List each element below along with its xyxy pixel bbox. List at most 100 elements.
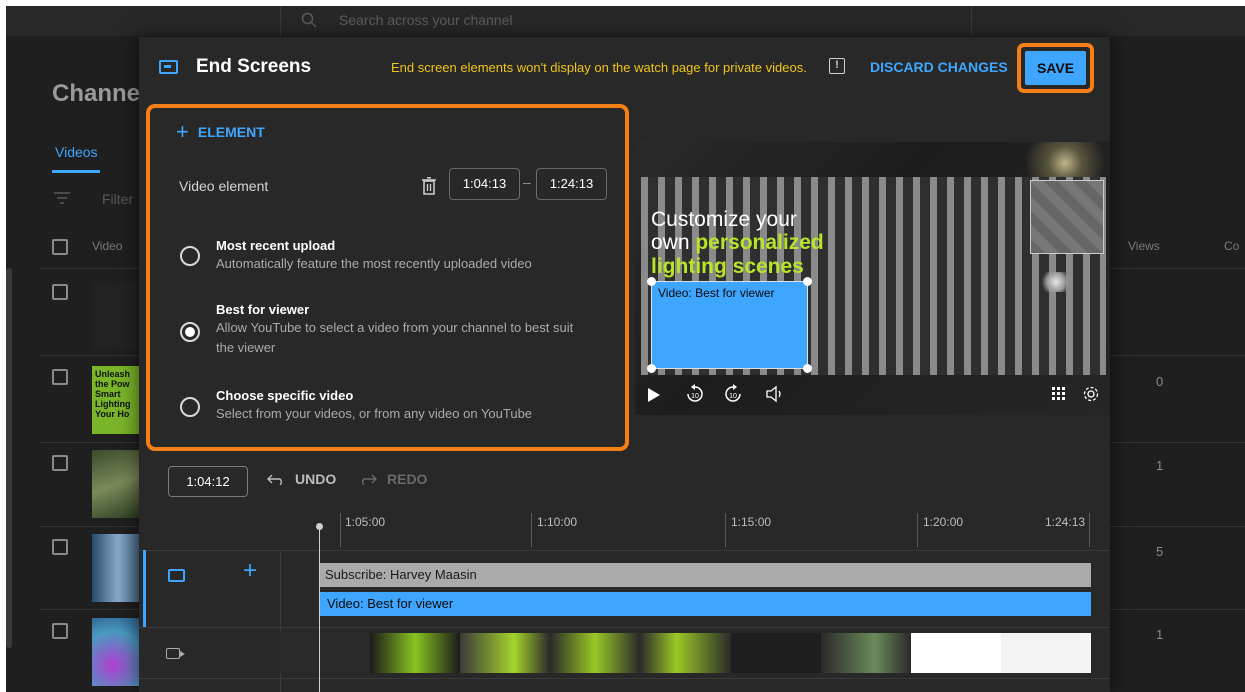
selected-track-indicator: [143, 550, 146, 627]
current-time-input[interactable]: 1:04:12: [168, 466, 248, 497]
redo-icon: [362, 474, 377, 485]
volume-icon[interactable]: [765, 384, 785, 404]
timeline-divider: [139, 627, 1110, 628]
thumbnail-text: Unleash the Pow Smart Lighting Your Ho: [95, 369, 131, 419]
video-thumbnail[interactable]: [92, 534, 144, 602]
end-screen-icon: [159, 60, 178, 74]
ruler-label: 1:24:13: [1045, 515, 1086, 529]
trash-icon[interactable]: [422, 177, 436, 195]
timeline-divider: [139, 678, 1110, 679]
video-text-part: own: [651, 231, 696, 254]
row-views: 1: [1156, 458, 1164, 473]
add-track-element-button[interactable]: +: [243, 559, 257, 583]
element-panel: + ELEMENT Video element 1:04:13 – 1:24:13…: [146, 104, 629, 451]
filmstrip-frame: [550, 633, 641, 673]
forward-10-icon[interactable]: 10: [723, 384, 743, 404]
add-element-button[interactable]: + ELEMENT: [176, 119, 265, 144]
end-screen-canvas[interactable]: Customize your own personalized lighting…: [641, 177, 1106, 375]
channel-search[interactable]: Search across your channel: [280, 6, 972, 36]
video-filmstrip[interactable]: [280, 633, 1091, 673]
resize-handle[interactable]: [647, 364, 656, 373]
video-text-line: own personalized: [651, 232, 824, 254]
column-views: Views: [1128, 239, 1160, 253]
video-text-part: personalized: [695, 231, 824, 254]
ruler-label: 1:20:00: [923, 515, 964, 529]
row-views: 1: [1156, 627, 1164, 642]
column-video: Video: [92, 239, 123, 253]
row-checkbox[interactable]: [52, 284, 68, 300]
video-text-line: Customize your: [651, 208, 797, 231]
undo-button[interactable]: UNDO: [267, 471, 336, 487]
radio-best-for-viewer[interactable]: [180, 322, 200, 342]
ruler-label: 1:05:00: [345, 515, 386, 529]
subscribe-element-blurred[interactable]: [1030, 180, 1104, 254]
tab-videos[interactable]: Videos: [55, 144, 98, 160]
start-time-input[interactable]: 1:04:13: [449, 168, 520, 200]
option-description: Select from your videos, or from any vid…: [216, 406, 533, 421]
dialog-title: End Screens: [196, 56, 312, 77]
video-element-label: Video element: [179, 178, 269, 194]
tab-indicator: [52, 170, 100, 173]
select-all-checkbox[interactable]: [52, 239, 68, 255]
video-thumbnail[interactable]: [92, 450, 144, 518]
video-element-bar[interactable]: Video: Best for viewer: [319, 592, 1091, 616]
resize-handle[interactable]: [803, 364, 812, 373]
video-thumbnail[interactable]: Unleash the Pow Smart Lighting Your Ho: [92, 366, 144, 434]
search-placeholder: Search across your channel: [339, 12, 513, 28]
row-checkbox[interactable]: [52, 455, 68, 471]
radio-most-recent[interactable]: [180, 246, 200, 266]
search-icon: [301, 12, 317, 28]
column-comments: Co: [1224, 239, 1240, 253]
option-title: Most recent upload: [216, 238, 336, 253]
svg-text:10: 10: [729, 393, 737, 400]
filmstrip-frame: [730, 633, 821, 673]
play-icon[interactable]: [648, 388, 660, 402]
redo-label: REDO: [387, 471, 428, 487]
video-preview: Customize your own personalized lighting…: [635, 142, 1110, 415]
radio-choose-specific[interactable]: [180, 397, 200, 417]
subscribe-element-bar[interactable]: Subscribe: Harvey Maasin: [319, 563, 1091, 587]
ruler-label: 1:15:00: [731, 515, 772, 529]
option-title: Best for viewer: [216, 302, 310, 317]
discard-changes-button[interactable]: DISCARD CHANGES: [870, 59, 1008, 75]
page-title: Channel: [52, 80, 147, 107]
video-element-box[interactable]: Video: Best for viewer: [651, 281, 808, 369]
rewind-10-icon[interactable]: 10: [685, 384, 705, 404]
undo-icon: [267, 474, 282, 485]
option-description: Allow YouTube to select a video from you…: [216, 320, 574, 335]
save-highlight: SAVE: [1017, 43, 1094, 93]
option-description: the viewer: [216, 340, 276, 355]
filter-label: Filter: [102, 191, 134, 207]
time-range-dash: –: [523, 174, 531, 190]
ruler-tick: [340, 513, 341, 547]
video-thumbnail[interactable]: [92, 618, 144, 686]
redo-button[interactable]: REDO: [359, 471, 427, 487]
filmstrip-frame: [910, 633, 1001, 673]
ruler-label: 1:10:00: [537, 515, 578, 529]
row-checkbox[interactable]: [52, 623, 68, 639]
plus-icon: +: [176, 119, 189, 144]
page-scrollbar[interactable]: [6, 268, 12, 648]
resize-handle[interactable]: [647, 277, 656, 286]
video-track-icon: [166, 648, 185, 659]
feedback-icon[interactable]: !: [829, 58, 845, 74]
lamp-light: [1041, 272, 1071, 292]
save-button[interactable]: SAVE: [1025, 51, 1086, 85]
end-time-input[interactable]: 1:24:13: [536, 168, 607, 200]
row-views: 0: [1156, 374, 1164, 389]
row-checkbox[interactable]: [52, 369, 68, 385]
player-controls: 10 10: [635, 382, 1110, 412]
filter-icon[interactable]: [54, 192, 70, 204]
ruler-tick: [725, 513, 726, 547]
playhead-line[interactable]: [319, 527, 320, 692]
filmstrip-frame: [1000, 633, 1091, 673]
row-checkbox[interactable]: [52, 539, 68, 555]
option-title: Choose specific video: [216, 388, 354, 403]
end-screens-dialog: End Screens End screen elements won't di…: [139, 37, 1110, 692]
ruler-tick: [1089, 513, 1090, 547]
grid-icon[interactable]: [1052, 387, 1066, 401]
settings-gear-icon[interactable]: [1082, 385, 1100, 403]
resize-handle[interactable]: [803, 277, 812, 286]
video-thumbnail[interactable]: [92, 282, 144, 350]
filmstrip-frame: [460, 633, 551, 673]
